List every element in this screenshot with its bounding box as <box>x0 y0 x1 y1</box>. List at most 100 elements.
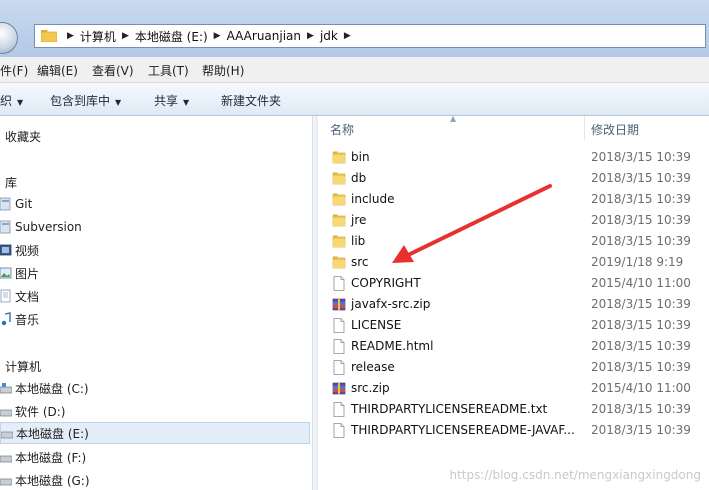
new-folder-button[interactable]: 新建文件夹 <box>221 92 281 109</box>
file-modified-date: 2018/3/15 10:39 <box>591 339 691 353</box>
file-row[interactable]: javafx-src.zip 2018/3/15 10:39 <box>318 294 709 315</box>
breadcrumb-computer[interactable]: 计算机 <box>80 28 116 45</box>
chevron-right-icon[interactable]: ▶ <box>307 31 314 41</box>
menu-tools[interactable]: 工具(T) <box>148 62 189 79</box>
file-icon <box>332 423 346 438</box>
drive-icon <box>0 478 12 486</box>
file-row[interactable]: bin 2018/3/15 10:39 <box>318 147 709 168</box>
nav-drive-e[interactable]: 本地磁盘 (E:) <box>0 422 310 444</box>
breadcrumb-aaaruanjian[interactable]: AAAruanjian <box>227 29 301 43</box>
file-row[interactable]: src 2019/1/18 9:19 <box>318 252 709 273</box>
nav-library-pictures[interactable]: 图片 <box>0 262 310 284</box>
nav-favorites[interactable]: 收藏夹 <box>0 125 312 147</box>
file-name: src <box>351 255 369 269</box>
file-icon <box>332 318 346 333</box>
column-header: ▲ 名称 修改日期 <box>318 116 709 140</box>
file-row[interactable]: THIRDPARTYLICENSEREADME-JAVAF... 2018/3/1… <box>318 420 709 441</box>
navigation-pane: 收藏夹 库 Git Subversion 视频 图片 文档 音乐 计算机 本地磁… <box>0 116 312 490</box>
chevron-down-icon: ▼ <box>17 98 24 107</box>
folder-icon <box>332 171 346 186</box>
file-name: bin <box>351 150 370 164</box>
file-modified-date: 2018/3/15 10:39 <box>591 423 691 437</box>
nav-favorites-label: 收藏夹 <box>5 129 42 144</box>
column-separator[interactable] <box>584 116 585 140</box>
file-modified-date: 2015/4/10 11:00 <box>591 276 691 290</box>
library-icon <box>0 220 11 234</box>
file-row[interactable]: include 2018/3/15 10:39 <box>318 189 709 210</box>
nav-library-git[interactable]: Git <box>0 193 310 215</box>
nav-libraries-label: 库 <box>5 175 18 190</box>
nav-drive-c[interactable]: 本地磁盘 (C:) <box>0 377 310 399</box>
file-row[interactable]: src.zip 2015/4/10 11:00 <box>318 378 709 399</box>
nav-library-label: Git <box>15 197 33 211</box>
folder-icon <box>332 213 346 228</box>
folder-icon <box>332 192 346 207</box>
file-modified-date: 2018/3/15 10:39 <box>591 234 691 248</box>
file-name: src.zip <box>351 381 390 395</box>
library-icon <box>0 197 11 211</box>
music-icon <box>1 312 11 326</box>
video-icon <box>0 244 12 256</box>
menu-view[interactable]: 查看(V) <box>92 62 134 79</box>
nav-library-music[interactable]: 音乐 <box>0 308 310 330</box>
nav-drive-d[interactable]: 软件 (D:) <box>0 400 310 422</box>
nav-drive-label: 本地磁盘 (G:) <box>15 473 90 488</box>
watermark: https://blog.csdn.net/mengxiangxingdong <box>449 468 701 482</box>
file-icon <box>332 402 346 417</box>
sort-ascending-icon: ▲ <box>450 116 457 123</box>
nav-library-documents[interactable]: 文档 <box>0 285 310 307</box>
nav-drive-label: 本地磁盘 (F:) <box>15 450 87 465</box>
organize-button[interactable]: 织 ▼ <box>0 92 23 109</box>
file-modified-date: 2018/3/15 10:39 <box>591 297 691 311</box>
document-icon <box>0 289 11 303</box>
file-modified-date: 2019/1/18 9:19 <box>591 255 684 269</box>
chevron-right-icon[interactable]: ▶ <box>214 31 221 41</box>
share-button[interactable]: 共享 ▼ <box>154 92 189 109</box>
chevron-right-icon[interactable]: ▶ <box>344 31 351 41</box>
file-icon <box>332 276 346 291</box>
file-modified-date: 2018/3/15 10:39 <box>591 360 691 374</box>
nav-library-videos[interactable]: 视频 <box>0 239 310 261</box>
file-row[interactable]: README.html 2018/3/15 10:39 <box>318 336 709 357</box>
nav-library-subversion[interactable]: Subversion <box>0 216 310 238</box>
file-row[interactable]: db 2018/3/15 10:39 <box>318 168 709 189</box>
command-toolbar: 织 ▼ 包含到库中 ▼ 共享 ▼ 新建文件夹 <box>0 83 709 116</box>
archive-icon <box>332 297 346 312</box>
file-modified-date: 2018/3/15 10:39 <box>591 150 691 164</box>
file-name: jre <box>351 213 367 227</box>
nav-library-label: 文档 <box>15 289 40 304</box>
file-row[interactable]: LICENSE 2018/3/15 10:39 <box>318 315 709 336</box>
folder-icon <box>332 255 346 270</box>
nav-drive-label: 本地磁盘 (C:) <box>15 381 89 396</box>
address-bar[interactable]: ▶ 计算机 ▶ 本地磁盘 (E:) ▶ AAAruanjian ▶ jdk ▶ <box>34 24 706 48</box>
menu-edit[interactable]: 编辑(E) <box>37 62 78 79</box>
nav-drive-label: 本地磁盘 (E:) <box>16 426 89 441</box>
menu-help[interactable]: 帮助(H) <box>202 62 244 79</box>
chevron-right-icon[interactable]: ▶ <box>67 31 74 41</box>
file-name: README.html <box>351 339 434 353</box>
column-modified[interactable]: 修改日期 <box>591 121 639 138</box>
include-in-library-button[interactable]: 包含到库中 ▼ <box>50 92 121 109</box>
nav-computer[interactable]: 计算机 <box>0 355 312 377</box>
file-row[interactable]: jre 2018/3/15 10:39 <box>318 210 709 231</box>
file-row[interactable]: release 2018/3/15 10:39 <box>318 357 709 378</box>
nav-drive-f[interactable]: 本地磁盘 (F:) <box>0 446 310 468</box>
column-name[interactable]: 名称 <box>330 121 354 138</box>
file-name: lib <box>351 234 366 248</box>
menu-file[interactable]: 件(F) <box>0 62 28 79</box>
file-name: LICENSE <box>351 318 402 332</box>
archive-icon <box>332 381 346 396</box>
back-button[interactable] <box>0 22 18 54</box>
nav-drive-g[interactable]: 本地磁盘 (G:) <box>0 469 310 490</box>
breadcrumb-jdk[interactable]: jdk <box>320 29 338 43</box>
file-name: javafx-src.zip <box>351 297 431 311</box>
chevron-right-icon[interactable]: ▶ <box>122 31 129 41</box>
file-row[interactable]: lib 2018/3/15 10:39 <box>318 231 709 252</box>
nav-libraries[interactable]: 库 <box>0 171 312 193</box>
file-row[interactable]: COPYRIGHT 2015/4/10 11:00 <box>318 273 709 294</box>
breadcrumb-drive-e[interactable]: 本地磁盘 (E:) <box>135 28 208 45</box>
file-row[interactable]: THIRDPARTYLICENSEREADME.txt 2018/3/15 10:… <box>318 399 709 420</box>
menu-bar: 件(F) 编辑(E) 查看(V) 工具(T) 帮助(H) <box>0 57 709 83</box>
file-name: db <box>351 171 367 185</box>
nav-library-label: 音乐 <box>15 312 40 327</box>
